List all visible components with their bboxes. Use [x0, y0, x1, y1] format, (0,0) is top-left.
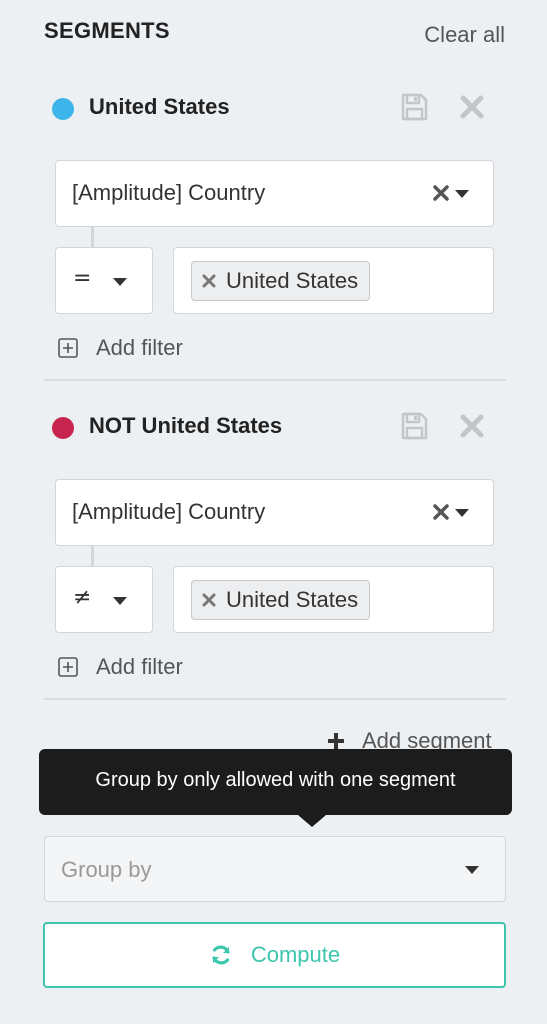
chevron-down-icon	[113, 597, 127, 605]
operator-value: =	[73, 266, 92, 291]
tooltip-arrow	[298, 815, 326, 827]
segment-divider	[44, 698, 506, 700]
filter-connector	[91, 546, 94, 566]
clear-icon[interactable]	[431, 182, 451, 204]
chevron-down-icon[interactable]	[455, 190, 469, 198]
value-chip: United States	[191, 261, 371, 301]
segment-name[interactable]: NOT United States	[89, 413, 282, 439]
segment-color-dot	[52, 417, 74, 439]
add-filter-button[interactable]: Add filter	[58, 333, 183, 363]
segment-divider	[44, 379, 506, 381]
property-label: [Amplitude] Country	[72, 180, 266, 205]
property-select[interactable]: [Amplitude] Country	[55, 479, 494, 546]
add-filter-label: Add filter	[96, 654, 183, 679]
chevron-down-icon	[465, 866, 479, 874]
segment-header: United States	[44, 88, 506, 128]
segments-title: SEGMENTS	[44, 18, 170, 43]
remove-chip-icon[interactable]	[202, 274, 216, 288]
chevron-down-icon	[113, 278, 127, 286]
group-by-select[interactable]: Group by	[44, 836, 506, 902]
value-input[interactable]: United States	[173, 247, 494, 314]
chip-label: United States	[226, 587, 359, 612]
operator-select[interactable]: ≠	[55, 566, 153, 633]
delete-icon[interactable]	[458, 93, 486, 121]
chevron-down-icon[interactable]	[455, 509, 469, 517]
remove-chip-icon[interactable]	[202, 593, 216, 607]
segment-header: NOT United States	[44, 407, 506, 447]
delete-icon[interactable]	[458, 412, 486, 440]
operator-select[interactable]: =	[55, 247, 153, 314]
compute-button[interactable]: Compute	[43, 922, 506, 988]
clear-icon[interactable]	[431, 501, 451, 523]
refresh-icon	[212, 945, 230, 965]
plus-square-icon	[58, 657, 78, 677]
property-label: [Amplitude] Country	[72, 499, 266, 524]
segment-name[interactable]: United States	[89, 94, 230, 120]
value-input[interactable]: United States	[173, 566, 494, 633]
save-icon[interactable]	[399, 411, 429, 441]
plus-icon	[328, 733, 344, 749]
filter-connector	[91, 227, 94, 247]
clear-all-link[interactable]: Clear all	[424, 22, 505, 48]
tooltip-text: Group by only allowed with one segment	[95, 769, 456, 791]
segment-color-dot	[52, 98, 74, 120]
operator-value: ≠	[73, 585, 92, 610]
property-select[interactable]: [Amplitude] Country	[55, 160, 494, 227]
compute-label: Compute	[250, 942, 341, 967]
plus-square-icon	[58, 338, 78, 358]
segment-card: NOT United States [Amplitude] Country ≠ …	[44, 407, 506, 692]
group-by-placeholder: Group by	[61, 857, 152, 882]
group-by-tooltip: Group by only allowed with one segment	[39, 749, 512, 827]
value-chip: United States	[191, 580, 371, 620]
segment-card: United States [Amplitude] Country = Unit…	[44, 88, 506, 373]
add-filter-label: Add filter	[96, 335, 183, 360]
add-filter-button[interactable]: Add filter	[58, 652, 183, 682]
chip-label: United States	[226, 268, 359, 293]
save-icon[interactable]	[399, 92, 429, 122]
